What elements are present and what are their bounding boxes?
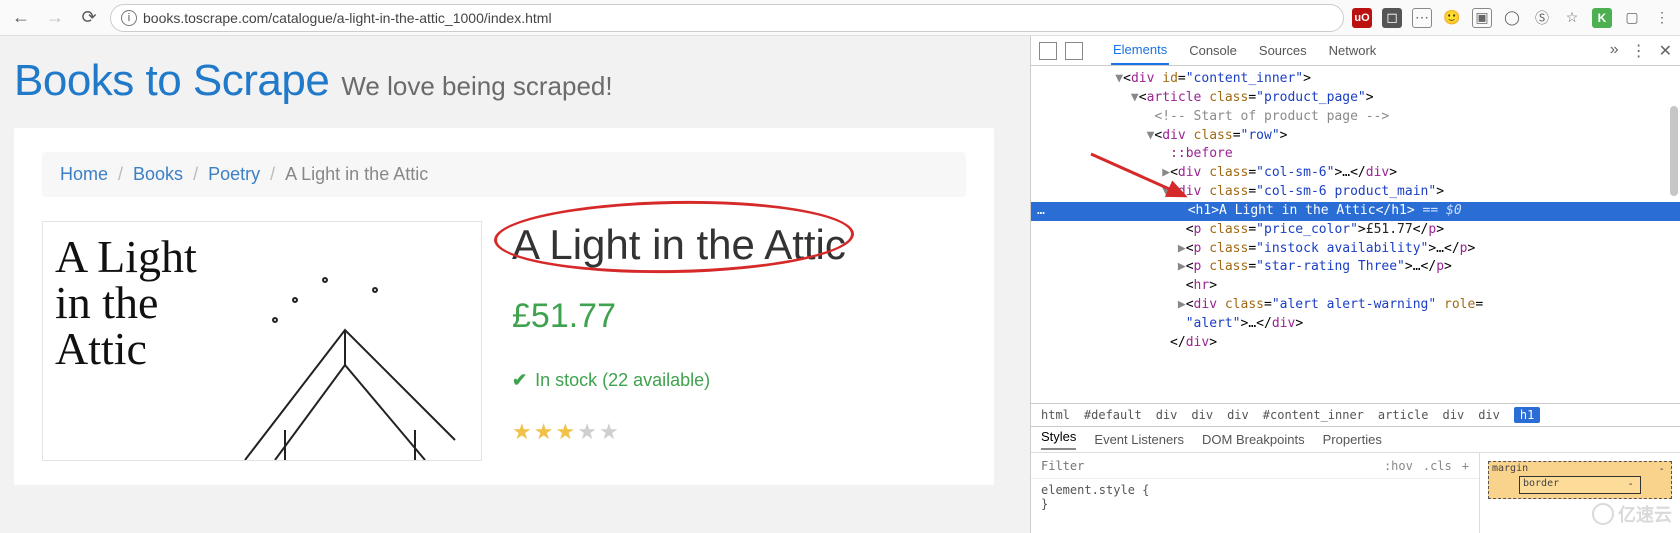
hov-toggle[interactable]: :hov: [1384, 459, 1413, 473]
product-price: £51.77: [512, 297, 966, 336]
extension-icon[interactable]: ◯: [1502, 8, 1522, 28]
crumb[interactable]: div: [1191, 408, 1213, 422]
site-info-icon[interactable]: i: [121, 10, 137, 26]
stock-text: In stock (22 available): [535, 370, 710, 391]
extension-icons: uO ◻ ⋯ 🙂 ▣ ◯ Ⓢ ☆ K ▢ ⋮: [1352, 8, 1672, 28]
tab-styles[interactable]: Styles: [1041, 429, 1076, 450]
browser-menu-icon[interactable]: ⋮: [1652, 8, 1672, 28]
stock-status: ✔ In stock (22 available): [512, 370, 966, 391]
tab-sources[interactable]: Sources: [1257, 37, 1309, 64]
dom-line[interactable]: ▼<div class="row">: [1037, 127, 1680, 146]
cover-illustration: [225, 260, 475, 461]
crumb[interactable]: div: [1478, 408, 1500, 422]
crumb[interactable]: html: [1041, 408, 1070, 422]
dom-line[interactable]: ▼<div id="content_inner">: [1037, 70, 1680, 89]
crumb[interactable]: #content_inner: [1263, 408, 1364, 422]
devtools-menu-icon[interactable]: ⋮: [1631, 41, 1647, 61]
boxmodel-margin-label: margin: [1492, 463, 1528, 474]
dom-line[interactable]: ▶<p class="instock availability">…</p>: [1037, 240, 1680, 259]
crumb[interactable]: article: [1378, 408, 1429, 422]
extension-icon[interactable]: ⋯: [1412, 8, 1432, 28]
more-tabs-icon[interactable]: »: [1610, 41, 1619, 61]
styles-tabbar: Styles Event Listeners DOM Breakpoints P…: [1031, 427, 1680, 453]
tab-console[interactable]: Console: [1187, 37, 1239, 64]
crumb[interactable]: div: [1227, 408, 1249, 422]
extension-icon[interactable]: ◻: [1382, 8, 1402, 28]
styles-pane: :hov .cls + element.style { }: [1031, 453, 1480, 533]
forward-button[interactable]: →: [42, 5, 68, 31]
boxmodel-border-label: border: [1523, 478, 1559, 489]
skype-icon[interactable]: Ⓢ: [1532, 8, 1552, 28]
styles-filter-input[interactable]: [1041, 459, 1374, 473]
cls-toggle[interactable]: .cls: [1423, 459, 1452, 473]
breadcrumb: Home/ Books/ Poetry/ A Light in the Atti…: [42, 152, 966, 197]
breadcrumb-poetry[interactable]: Poetry: [208, 164, 260, 185]
star-rating: ★★★★★: [512, 419, 966, 445]
dom-tree[interactable]: ▼<div id="content_inner"> ▼<article clas…: [1031, 66, 1680, 403]
site-tagline: We love being scraped!: [341, 71, 612, 102]
dom-line[interactable]: ::before: [1037, 145, 1680, 164]
tab-event-listeners[interactable]: Event Listeners: [1094, 432, 1184, 447]
product-title: A Light in the Attic: [512, 221, 846, 269]
dom-line[interactable]: </div>: [1037, 334, 1680, 353]
crumb[interactable]: #default: [1084, 408, 1142, 422]
new-rule-button[interactable]: +: [1462, 459, 1469, 473]
bookmark-star-icon[interactable]: ☆: [1562, 8, 1582, 28]
product-main: A Light in the Attic £51.77 ✔ In stock (…: [512, 221, 966, 461]
dom-breadcrumb[interactable]: html #default div div div #content_inner…: [1031, 403, 1680, 427]
site-brand-link[interactable]: Books to Scrape: [14, 56, 329, 106]
scrollbar[interactable]: [1670, 106, 1678, 196]
tab-properties[interactable]: Properties: [1323, 432, 1382, 447]
extension-k-icon[interactable]: K: [1592, 8, 1612, 28]
cover-title-text: A Light in the Attic: [55, 234, 235, 372]
dom-line[interactable]: <!-- Start of product page -->: [1037, 108, 1680, 127]
devtools-panel: Elements Console Sources Network » ⋮ ✕ ▼…: [1030, 36, 1680, 533]
dom-line[interactable]: ▼<article class="product_page">: [1037, 89, 1680, 108]
devtools-tabbar: Elements Console Sources Network » ⋮ ✕: [1031, 36, 1680, 66]
page-viewport: Books to Scrape We love being scraped! H…: [0, 36, 1030, 533]
dom-line[interactable]: ▼<div class="col-sm-6 product_main">: [1037, 183, 1680, 202]
reload-button[interactable]: ⟳: [76, 5, 102, 31]
check-icon: ✔: [512, 370, 527, 391]
inspect-icon[interactable]: [1039, 42, 1057, 60]
box-model[interactable]: margin - border -: [1480, 453, 1680, 533]
browser-toolbar: ← → ⟳ i books.toscrape.com/catalogue/a-l…: [0, 0, 1680, 36]
breadcrumb-current: A Light in the Attic: [285, 164, 428, 185]
css-rule[interactable]: element.style { }: [1031, 479, 1479, 515]
ublock-icon[interactable]: uO: [1352, 8, 1372, 28]
extension-icon[interactable]: ▣: [1472, 8, 1492, 28]
device-toggle-icon[interactable]: [1065, 42, 1083, 60]
dom-line[interactable]: <hr>: [1037, 277, 1680, 296]
devtools-close-icon[interactable]: ✕: [1659, 41, 1672, 61]
dom-line[interactable]: ▶<p class="star-rating Three">…</p>: [1037, 258, 1680, 277]
back-button[interactable]: ←: [8, 5, 34, 31]
crumb[interactable]: div: [1156, 408, 1178, 422]
extension-icon[interactable]: 🙂: [1442, 8, 1462, 28]
crumb[interactable]: div: [1443, 408, 1465, 422]
tab-network[interactable]: Network: [1327, 37, 1379, 64]
product-image[interactable]: A Light in the Attic: [42, 221, 482, 461]
dom-line[interactable]: <p class="price_color">£51.77</p>: [1037, 221, 1680, 240]
content-card: Home/ Books/ Poetry/ A Light in the Atti…: [14, 128, 994, 485]
dom-line-selected[interactable]: … <h1>A Light in the Attic</h1> == $0: [1037, 202, 1680, 221]
crumb-active[interactable]: h1: [1514, 407, 1540, 423]
url-bar[interactable]: i books.toscrape.com/catalogue/a-light-i…: [110, 4, 1344, 32]
tab-elements[interactable]: Elements: [1111, 36, 1169, 65]
url-text: books.toscrape.com/catalogue/a-light-in-…: [143, 10, 552, 26]
dom-line[interactable]: ▶<div class="col-sm-6">…</div>: [1037, 164, 1680, 183]
tab-dom-breakpoints[interactable]: DOM Breakpoints: [1202, 432, 1305, 447]
breadcrumb-home[interactable]: Home: [60, 164, 108, 185]
dom-line[interactable]: ▶<div class="alert alert-warning" role= …: [1037, 296, 1680, 334]
breadcrumb-books[interactable]: Books: [133, 164, 183, 185]
cast-icon[interactable]: ▢: [1622, 8, 1642, 28]
